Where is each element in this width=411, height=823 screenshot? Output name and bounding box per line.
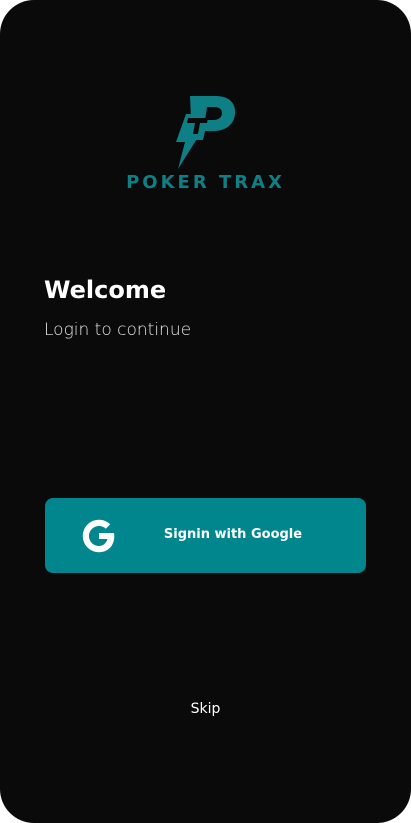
skip-button[interactable]: Skip: [0, 701, 411, 717]
welcome-title: Welcome: [44, 276, 167, 304]
brand-name: POKER TRAX: [126, 172, 285, 193]
app-screen: POKER TRAX Welcome Login to continue Sig…: [0, 0, 411, 823]
google-signin-button[interactable]: Signin with Google: [45, 498, 366, 573]
brand-logo: POKER TRAX: [0, 94, 411, 204]
welcome-subtitle: Login to continue: [44, 320, 192, 340]
google-g-icon: [82, 519, 115, 553]
poker-trax-logo-icon: [176, 96, 236, 169]
google-signin-label: Signin with Google: [163, 527, 303, 542]
